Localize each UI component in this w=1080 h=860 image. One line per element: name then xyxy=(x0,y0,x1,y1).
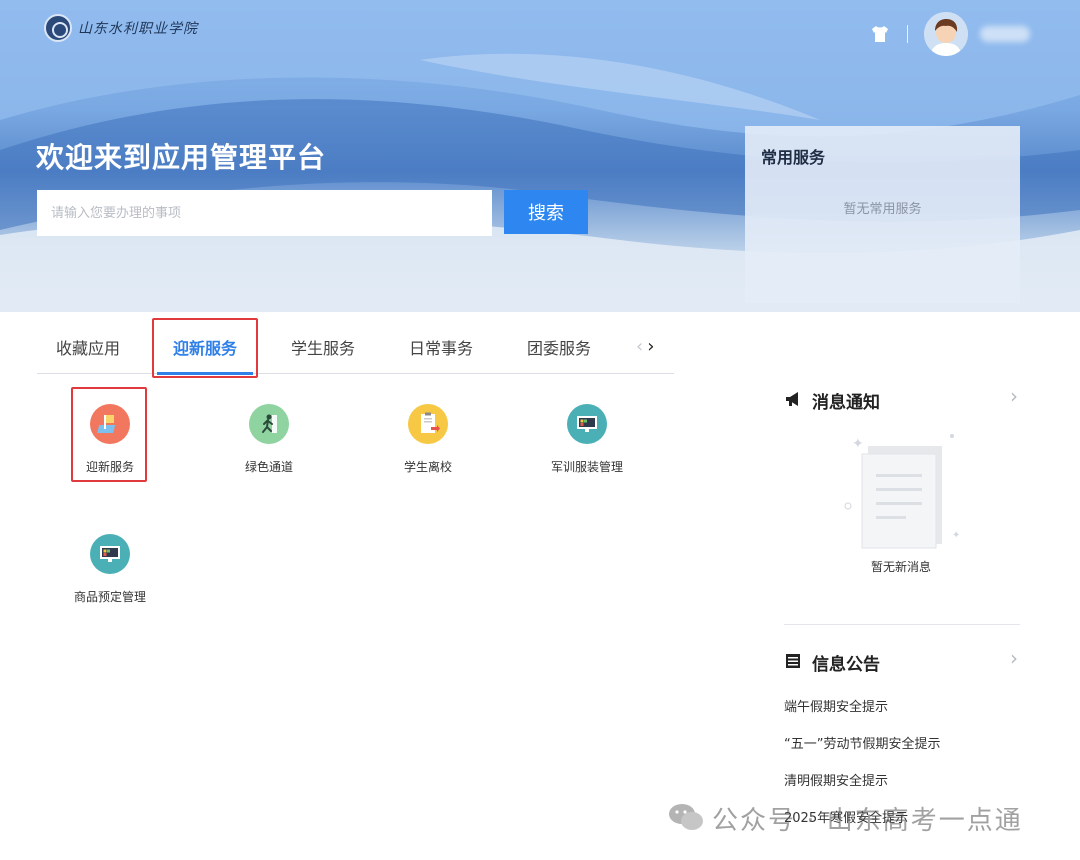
running-man-icon xyxy=(249,404,289,444)
news-list-icon xyxy=(784,652,802,674)
monitor-icon xyxy=(90,534,130,574)
wechat-icon xyxy=(668,802,704,836)
messages-header: 消息通知 xyxy=(784,388,880,413)
school-logo[interactable]: 山东水利职业学院 xyxy=(44,14,198,42)
app-green-channel[interactable]: 绿色通道 xyxy=(209,402,329,492)
hero-banner: 山东水利职业学院 欢迎来到应用管理平台 搜索 常用服务 暂无常用服务 xyxy=(0,0,1080,312)
school-seal-icon xyxy=(44,14,72,42)
watermark-text: 公众号 · 山东高考一点通 xyxy=(712,806,1023,836)
tab-favorites[interactable]: 收藏应用 xyxy=(37,320,139,374)
welcome-flag-icon xyxy=(90,404,130,444)
favorite-services-title: 常用服务 xyxy=(761,148,826,167)
tab-league-service[interactable]: 团委服务 xyxy=(509,320,609,374)
page-title: 欢迎来到应用管理平台 xyxy=(36,141,327,174)
app-goods-reservation[interactable]: 商品预定管理 xyxy=(50,532,170,622)
favorite-services-panel: 常用服务 暂无常用服务 xyxy=(745,126,1020,303)
watermark: 公众号 · 山东高考一点通 xyxy=(668,800,1023,837)
user-area xyxy=(869,12,1030,56)
announcement-item[interactable]: 清明假期安全提示 xyxy=(784,770,888,789)
document-exit-icon xyxy=(408,404,448,444)
app-student-leave[interactable]: 学生离校 xyxy=(368,402,488,492)
monitor-icon xyxy=(567,404,607,444)
messages-empty: 暂无新消息 xyxy=(870,560,931,574)
school-name: 山东水利职业学院 xyxy=(78,21,198,37)
app-military-uniform[interactable]: 军训服装管理 xyxy=(527,402,647,492)
app-label: 绿色通道 xyxy=(244,460,293,474)
app-label: 学生离校 xyxy=(403,460,452,474)
announcement-item[interactable]: 端午假期安全提示 xyxy=(784,696,888,715)
chevron-right-icon[interactable]: › xyxy=(647,337,654,357)
service-tabs: 收藏应用 迎新服务 学生服务 日常事务 团委服务 xyxy=(37,320,674,375)
megaphone-icon xyxy=(784,390,802,412)
tab-welcome-service[interactable]: 迎新服务 xyxy=(155,320,255,375)
svg-text:✦: ✦ xyxy=(852,436,864,452)
announcements-title: 信息公告 xyxy=(812,655,880,675)
empty-document-illustration: ✦ ✦ xyxy=(844,434,960,549)
chevron-left-icon[interactable]: ‹ xyxy=(636,337,643,357)
app-label: 军训服装管理 xyxy=(550,460,623,474)
svg-text:✦: ✦ xyxy=(952,530,960,541)
announcements-header: 信息公告 xyxy=(784,650,880,675)
user-name xyxy=(980,26,1030,42)
header-divider xyxy=(907,25,908,43)
app-welcome-service[interactable]: 迎新服务 xyxy=(50,402,170,492)
messages-more-chevron-icon[interactable]: › xyxy=(1010,384,1018,408)
app-label: 商品预定管理 xyxy=(73,590,146,604)
search-input[interactable] xyxy=(37,190,492,236)
avatar[interactable] xyxy=(924,12,968,56)
favorite-services-empty: 暂无常用服务 xyxy=(843,202,922,217)
messages-title: 消息通知 xyxy=(812,393,880,413)
announcement-item[interactable]: “五一”劳动节假期安全提示 xyxy=(784,733,940,752)
app-label: 迎新服务 xyxy=(85,460,134,474)
tab-daily-affairs[interactable]: 日常事务 xyxy=(391,320,491,374)
shirt-icon[interactable] xyxy=(869,23,891,45)
announcements-more-chevron-icon[interactable]: › xyxy=(1010,646,1018,670)
tab-student-service[interactable]: 学生服务 xyxy=(273,320,373,374)
panel-divider xyxy=(784,624,1020,625)
search-button[interactable]: 搜索 xyxy=(504,190,588,234)
tab-scroll-controls: ‹ › xyxy=(636,337,654,357)
